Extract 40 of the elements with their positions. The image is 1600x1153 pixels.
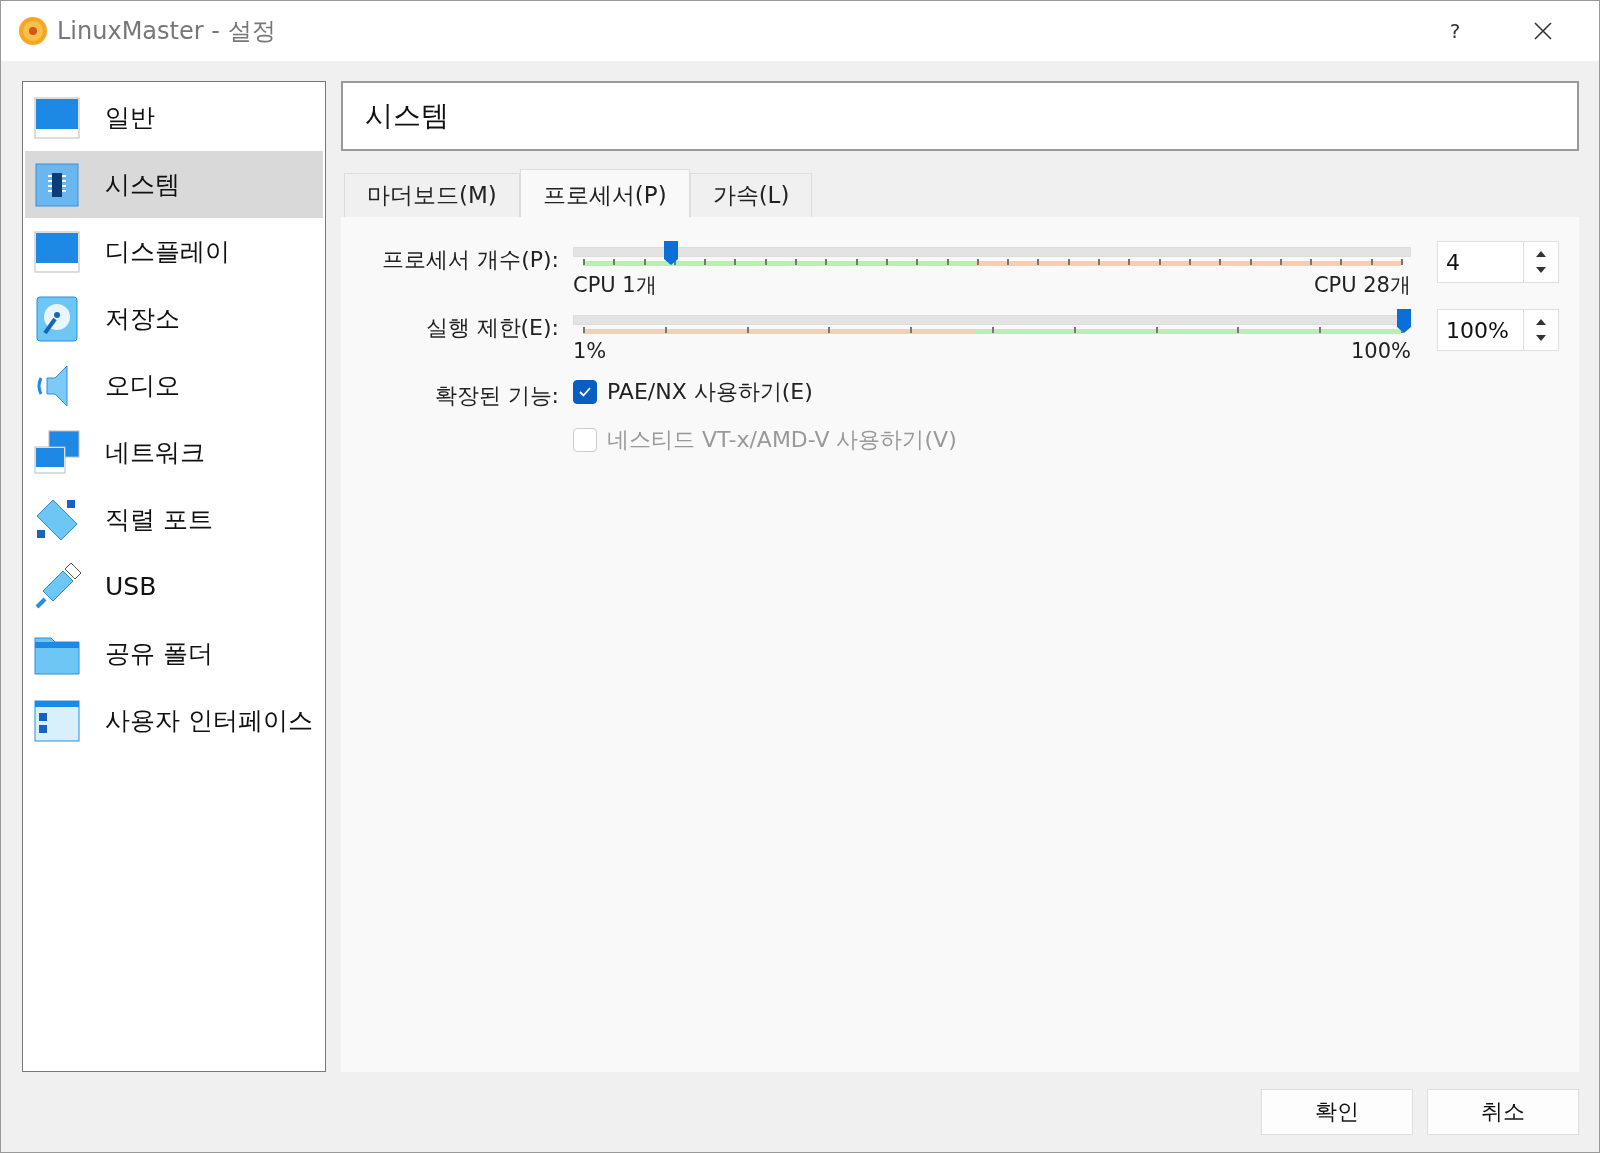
sidebar-item[interactable]: 일반	[25, 84, 323, 151]
tab[interactable]: 마더보드(M)	[344, 173, 520, 217]
dialog-button[interactable]: 취소	[1427, 1089, 1579, 1135]
spin-box[interactable]: 100%	[1437, 309, 1559, 351]
checkbox[interactable]	[573, 380, 597, 404]
checkbox-option[interactable]: PAE/NX 사용하기(E)	[573, 377, 957, 407]
sidebar-item[interactable]: 디스플레이	[25, 218, 323, 285]
tab[interactable]: 프로세서(P)	[519, 169, 690, 217]
sidebar-item[interactable]: 오디오	[25, 352, 323, 419]
min-label: 1%	[573, 339, 607, 363]
chip-icon	[33, 160, 81, 209]
help-button[interactable]: ?	[1415, 11, 1495, 51]
down-arrow-icon[interactable]	[1536, 334, 1546, 341]
spin-box[interactable]: 4	[1437, 241, 1559, 283]
close-icon	[1534, 22, 1552, 40]
usb-plug-icon	[33, 562, 81, 611]
slider-thumb[interactable]	[664, 241, 679, 265]
check-icon	[578, 386, 592, 398]
min-label: CPU 1개	[573, 272, 657, 299]
sidebar-item[interactable]: 시스템	[25, 151, 323, 218]
sidebar-item[interactable]: 저장소	[25, 285, 323, 352]
slider-label: 실행 제한(E):	[424, 314, 559, 342]
sidebar-item[interactable]: 네트워크	[25, 419, 323, 486]
sidebar-item[interactable]: 공유 폴더	[25, 620, 323, 687]
sidebar-item[interactable]: 직렬 포트	[25, 486, 323, 553]
tab[interactable]: 가속(L)	[689, 173, 813, 217]
down-arrow-icon[interactable]	[1536, 266, 1546, 273]
window-title: LinuxMaster - 설정	[57, 16, 276, 47]
slider-thumb[interactable]	[1397, 309, 1411, 333]
page-header: 시스템	[341, 81, 1579, 151]
max-label: CPU 28개	[1313, 272, 1411, 299]
slider-label: 프로세서 개수(P):	[381, 246, 559, 274]
features-label: 확장된 기능:	[433, 382, 559, 410]
dialog-button[interactable]: 확인	[1261, 1089, 1413, 1135]
up-arrow-icon[interactable]	[1536, 251, 1546, 258]
up-arrow-icon[interactable]	[1536, 319, 1546, 326]
max-label: 100%	[1350, 339, 1411, 363]
monitors-icon	[33, 428, 81, 477]
sidebar-item[interactable]: 사용자 인터페이스	[25, 687, 323, 754]
sidebar-item[interactable]: USB	[25, 553, 323, 620]
